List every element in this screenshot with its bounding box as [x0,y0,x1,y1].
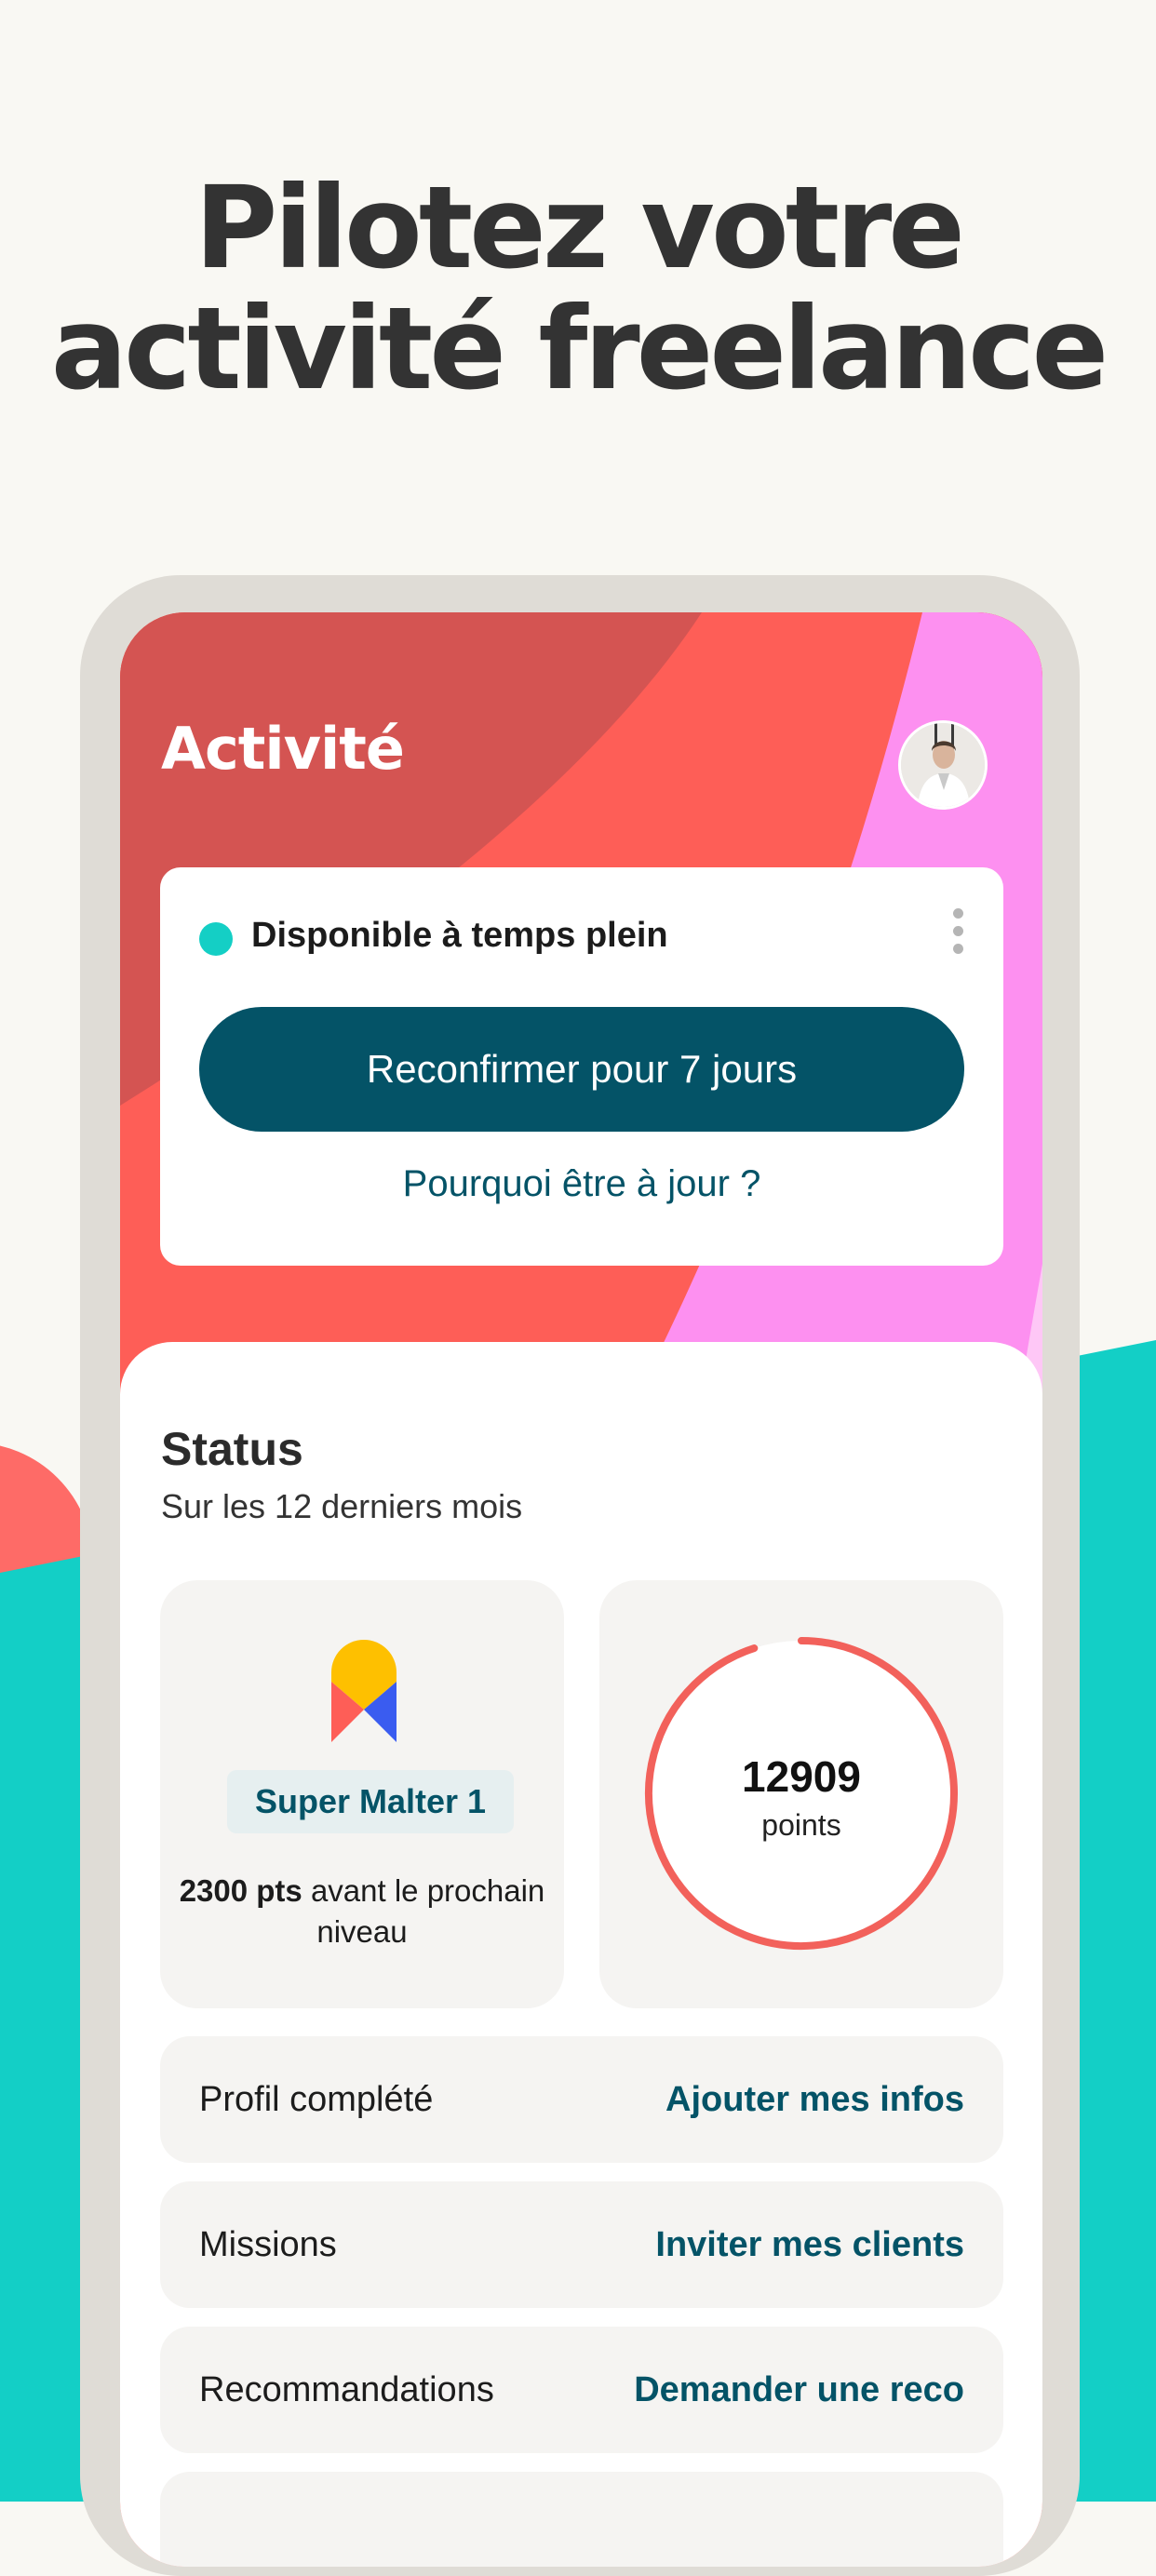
why-update-link[interactable]: Pourquoi être à jour ? [160,1163,1003,1205]
next-level-points: 2300 pts [179,1873,302,1908]
points-label: points [761,1808,841,1842]
status-title: Status [161,1423,303,1475]
status-subtitle: Sur les 12 derniers mois [161,1487,523,1525]
availability-status-dot [199,922,233,956]
profile-row-label: Profil complété [199,2080,434,2119]
request-reco-link[interactable]: Demander une reco [634,2327,964,2453]
headline: Pilotez votre activité freelance [0,168,1156,409]
list-item [160,2472,1003,2567]
more-options-icon[interactable] [953,908,966,964]
reconfirm-button[interactable]: Reconfirmer pour 7 jours [199,1007,964,1132]
recommendations-row-label: Recommandations [199,2370,494,2409]
next-level-text: 2300 pts avant le prochain niveau [179,1871,545,1952]
missions-row-label: Missions [199,2225,337,2264]
level-tile[interactable]: Super Malter 1 2300 pts avant le prochai… [160,1580,564,2008]
level-badge: Super Malter 1 [227,1770,514,1833]
profile-row: Profil complété Ajouter mes infos [160,2036,1003,2163]
page-title: Activité [161,715,405,783]
points-tile[interactable]: 12909 points [599,1580,1003,2008]
phone-screen: Activité Disponible à temps plein Reconf… [120,612,1042,2567]
availability-card: Disponible à temps plein Reconfirmer pou… [160,867,1003,1266]
headline-line-1: Pilotez votre [195,162,965,294]
malt-badge-icon [331,1640,397,1742]
user-photo-icon [901,723,985,807]
recommendations-row: Recommandations Demander une reco [160,2327,1003,2453]
avatar[interactable] [898,720,988,810]
missions-row: Missions Inviter mes clients [160,2181,1003,2308]
availability-status: Disponible à temps plein [251,916,668,955]
invite-clients-link[interactable]: Inviter mes clients [655,2181,964,2308]
next-level-label: avant le prochain niveau [310,1873,545,1949]
points-value: 12909 [742,1752,861,1801]
status-sheet: Status Sur les 12 derniers mois Super Ma… [120,1342,1042,2567]
headline-line-2: activité freelance [50,283,1109,415]
add-info-link[interactable]: Ajouter mes infos [665,2036,964,2163]
